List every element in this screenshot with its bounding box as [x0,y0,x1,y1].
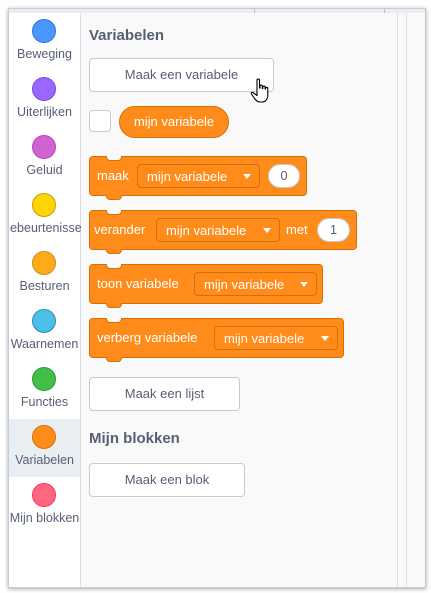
category-label: Mijn blokken [9,511,80,525]
events-category-icon [32,193,56,217]
sound-category-icon [32,135,56,159]
value-input[interactable]: 1 [317,218,350,242]
variables-category-icon [32,425,56,449]
block-label: toon variabele [97,276,179,291]
variable-dropdown[interactable]: mijn variabele [137,164,260,188]
make-variable-button[interactable]: Maak een variabele [89,58,274,92]
variable-reporter[interactable]: mijn variabele [119,106,229,138]
operators-category-icon [32,367,56,391]
category-sensing[interactable]: Waarnemen [9,303,80,361]
block-label-with: met [286,222,308,237]
variable-dropdown[interactable]: mijn variabele [156,218,280,242]
editor-frame: Beweging Uiterlijken Geluid Gebeurteniss… [8,8,426,588]
script-area-edge [398,13,425,587]
my-blocks-category-icon [32,483,56,507]
caret-down-icon [321,336,329,341]
change-variable-block[interactable]: verander mijn variabele met 1 [89,210,357,254]
dropdown-value: mijn variabele [224,331,305,346]
hand-pointer-icon [250,78,269,103]
category-label: Functies [20,395,69,409]
block-palette: Variabelen Maak een variabele mijn varia… [81,13,398,587]
variable-dropdown[interactable]: mijn variabele [194,272,317,296]
block-notch [106,264,122,269]
category-looks[interactable]: Uiterlijken [9,71,80,129]
make-list-button[interactable]: Maak een lijst [89,377,240,411]
category-label: Uiterlijken [17,105,72,119]
category-menu: Beweging Uiterlijken Geluid Gebeurteniss… [9,13,89,587]
make-block-button[interactable]: Maak een blok [89,463,245,497]
block-label: verberg variabele [97,330,198,345]
block-notch [106,195,122,200]
block-notch [106,249,122,254]
looks-category-icon [32,77,56,101]
control-category-icon [32,251,56,275]
caret-down-icon [263,228,271,233]
sensing-category-icon [32,309,56,333]
block-notch [106,303,122,308]
value-input[interactable]: 0 [268,164,300,188]
dropdown-value: mijn variabele [204,277,285,292]
category-control[interactable]: Besturen [9,245,80,303]
show-variable-block[interactable]: toon variabele mijn variabele [89,264,323,308]
dropdown-value: mijn variabele [147,169,228,184]
variable-dropdown[interactable]: mijn variabele [214,326,338,350]
block-notch [106,156,122,161]
category-sound[interactable]: Geluid [9,129,80,187]
category-label: Besturen [19,279,70,293]
category-label: Variabelen [15,453,74,467]
variables-heading: Variabelen [89,27,165,44]
set-variable-block[interactable]: maak mijn variabele 0 [89,156,307,200]
category-my-blocks[interactable]: Mijn blokken [9,477,80,535]
dropdown-value: mijn variabele [166,223,247,238]
category-motion[interactable]: Beweging [9,13,80,71]
category-variables[interactable]: Variabelen [9,419,80,477]
caret-down-icon [243,174,251,179]
category-events[interactable]: Gebeurtenissen [9,187,89,245]
hide-variable-block[interactable]: verberg variabele mijn variabele [89,318,344,362]
my-blocks-heading: Mijn blokken [89,430,180,447]
category-label: Beweging [17,47,72,61]
block-notch [106,210,122,215]
category-operators[interactable]: Functies [9,361,80,419]
category-label: Gebeurtenissen [8,221,89,235]
block-notch [106,318,122,323]
category-label: Waarnemen [10,337,79,351]
caret-down-icon [300,282,308,287]
block-label: maak [97,168,129,183]
variable-monitor-checkbox[interactable] [89,110,111,132]
category-label: Geluid [26,163,63,177]
block-label: verander [94,222,146,237]
motion-category-icon [32,19,56,43]
divider [406,13,407,587]
block-notch [106,357,122,362]
